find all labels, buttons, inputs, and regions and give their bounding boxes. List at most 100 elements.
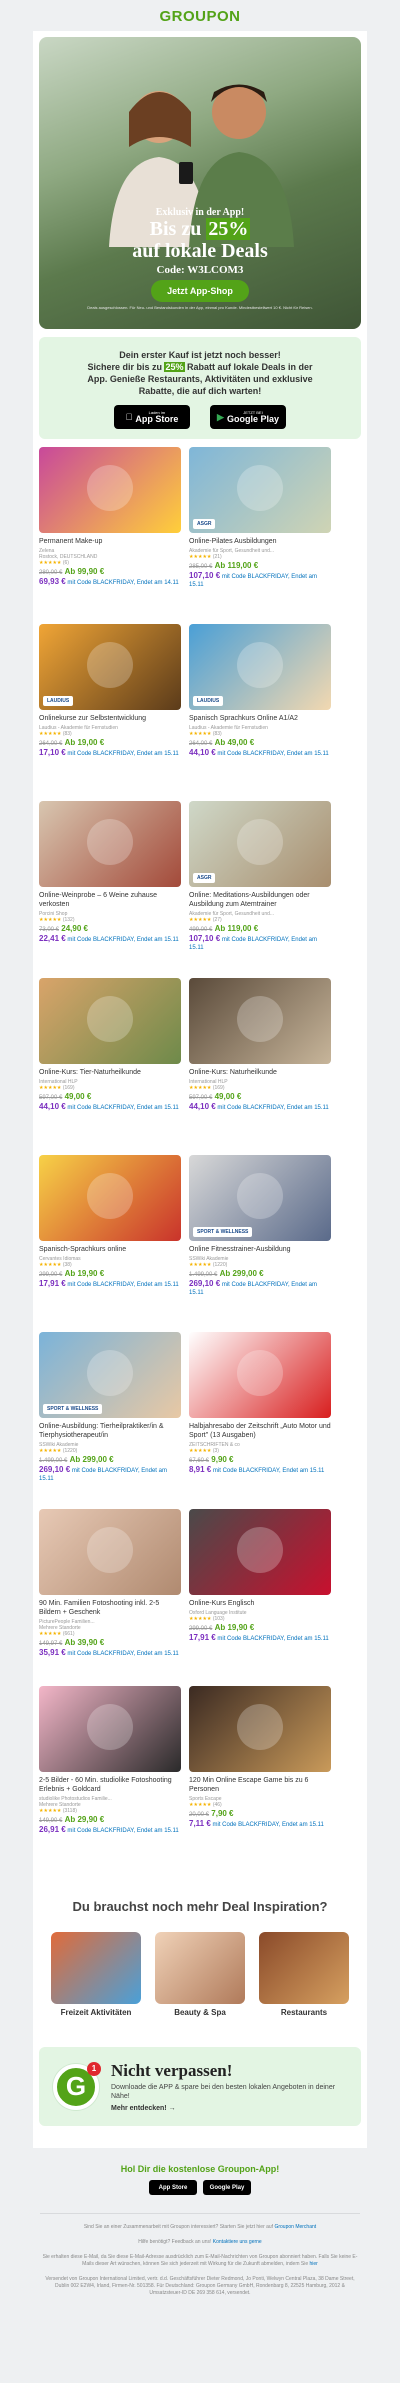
deal-image[interactable]: ASGR [189,801,331,887]
deal-new-price: Ab 39,90 € [64,1638,105,1647]
rating-stars: ★★★★★ [189,1085,212,1091]
deal-title[interactable]: Halbjahresabo der Zeitschrift „Auto Moto… [189,1422,331,1440]
footer: Hol Dir die kostenlose Groupon-App! App … [0,2148,400,2297]
app-store-button[interactable]:  Laden imApp Store [114,405,190,429]
merchant-link[interactable]: Groupon Merchant [274,2224,316,2230]
deal-card[interactable]: Online-Kurs: Naturheilkunde Internationa… [189,978,331,1155]
deal-title[interactable]: Online: Meditations-Ausbildungen oder Au… [189,891,331,909]
deal-title[interactable]: Online-Ausbildung: Tierheilpraktiker/in … [39,1422,181,1440]
deal-old-price: 299,00 € [189,1626,213,1632]
deal-card[interactable]: 2-5 Bilder - 60 Min. studiolike Fotoshoo… [39,1686,181,1863]
deal-image[interactable] [39,978,181,1064]
groupon-logo[interactable]: GROUPON [0,0,400,31]
deal-image[interactable]: SPORT & WELLNESS [189,1155,331,1241]
deal-image[interactable] [39,1686,181,1772]
deal-image[interactable] [189,1686,331,1772]
dont-miss-box[interactable]: G1 Nicht verpassen! Downloade die APP & … [39,2047,361,2126]
deal-title[interactable]: Online-Kurs: Naturheilkunde [189,1068,331,1077]
hero-exclusive: Exklusiv in der App! [155,207,245,218]
inspiration-label[interactable]: Beauty & Spa [155,2008,245,2017]
deal-code-amount: 22,41 € [39,934,66,943]
deal-code-price: 35,91 € mit Code BLACKFRIDAY, Endet am 1… [39,1649,181,1658]
inspiration-label[interactable]: Restaurants [259,2008,349,2017]
deal-title[interactable]: Online-Kurs: Tier-Naturheilkunde [39,1068,181,1077]
deal-title[interactable]: Online-Weinprobe – 6 Weine zuhause verko… [39,891,181,909]
deal-card[interactable]: LAUDIUS Spanisch Sprachkurs Online A1/A2… [189,624,331,801]
inspiration-category[interactable]: Freizeit Aktivitäten [51,1932,141,2017]
contact-link[interactable]: Kontaktiere uns gerne [213,2239,262,2245]
deal-card[interactable]: Online-Weinprobe – 6 Weine zuhause verko… [39,801,181,978]
inspiration-label[interactable]: Freizeit Aktivitäten [51,2008,141,2017]
hero-discount: 25% [206,218,251,240]
footer-app-store-button[interactable]: App Store [149,2180,197,2195]
deal-image[interactable] [39,1509,181,1595]
deal-image[interactable]: LAUDIUS [189,624,331,710]
deal-image-shape [237,642,283,688]
deal-card[interactable]: SPORT & WELLNESS Online Fitnesstrainer-A… [189,1155,331,1332]
deal-rating: ★★★★★ (1220) [189,1262,331,1269]
deal-old-price: 499,00 € [189,927,213,933]
deal-new-price: 9,90 € [211,1455,234,1464]
rating-count: (661) [62,1631,75,1637]
inspiration-image[interactable] [155,1932,245,2004]
deal-image[interactable] [189,1509,331,1595]
deal-rating: ★★★★★ (38) [39,1262,181,1269]
deal-card[interactable]: 120 Min Online Escape Game bis zu 6 Pers… [189,1686,331,1863]
deal-card[interactable]: ASGR Online-Pilates Ausbildungen Akademi… [189,447,331,624]
deal-image[interactable] [39,1155,181,1241]
inspiration-category[interactable]: Restaurants [259,1932,349,2017]
deal-card[interactable]: LAUDIUS Onlinekurse zur Selbstentwicklun… [39,624,181,801]
deal-title[interactable]: Permanent Make-up [39,537,181,546]
google-play-button[interactable]: ▶ JETZT BEI Google Play [210,405,286,429]
deal-code-price: 107,10 € mit Code BLACKFRIDAY, Endet am … [189,572,331,589]
deal-image[interactable] [39,447,181,533]
rating-stars: ★★★★★ [39,1631,62,1637]
app-shop-button[interactable]: Jetzt App-Shop [151,280,249,302]
footer-help-text: Hilfe benötigt? Feedback an uns! [138,2239,212,2245]
deal-title[interactable]: Onlinekurse zur Selbstentwicklung [39,714,181,723]
rating-count: (1220) [212,1262,228,1268]
deal-code-amount: 107,10 € [189,571,221,580]
deal-image[interactable] [39,801,181,887]
deal-image-shape [87,1704,133,1750]
deal-title[interactable]: 2-5 Bilder - 60 Min. studiolike Fotoshoo… [39,1776,181,1794]
deal-rating: ★★★★★ (169) [39,1085,181,1092]
deal-card[interactable]: Permanent Make-up Zelena Rostock, DEUTSC… [39,447,181,624]
deal-merchant: studiolike Photostudios Familie... Mehre… [39,1796,112,1808]
deal-card[interactable]: Online-Kurs: Tier-Naturheilkunde Interna… [39,978,181,1155]
inspiration-image[interactable] [51,1932,141,2004]
deal-title[interactable]: Online-Pilates Ausbildungen [189,537,331,546]
deal-card[interactable]: 90 Min. Familien Fotoshooting inkl. 2-5 … [39,1509,181,1686]
discover-more-link[interactable]: Mehr entdecken! → [111,2105,347,2112]
deal-image-shape [237,1350,283,1396]
deal-title[interactable]: Spanisch-Sprachkurs online [39,1245,181,1254]
promo-line-2-post: Rabatt auf lokale Deals in der [184,362,313,372]
deal-card[interactable]: Online-Kurs Englisch Oxford Language Ins… [189,1509,331,1686]
deal-title[interactable]: Online-Kurs Englisch [189,1599,331,1608]
inspiration-image[interactable] [259,1932,349,2004]
deal-card[interactable]: SPORT & WELLNESS Online-Ausbildung: Tier… [39,1332,181,1509]
notification-badge: 1 [87,2061,101,2076]
deal-title[interactable]: 120 Min Online Escape Game bis zu 6 Pers… [189,1776,331,1794]
unsubscribe-link[interactable]: hier [310,2261,318,2267]
deal-image[interactable]: ASGR [189,447,331,533]
footer-google-play-button[interactable]: Google Play [203,2180,251,2195]
deal-title[interactable]: Online Fitnesstrainer-Ausbildung [189,1245,331,1254]
deal-card[interactable]: Halbjahresabo der Zeitschrift „Auto Moto… [189,1332,331,1509]
deal-image[interactable] [189,978,331,1064]
hero-banner[interactable]: Exklusiv in der App! Bis zu 25% auf loka… [39,37,361,329]
deal-title[interactable]: 90 Min. Familien Fotoshooting inkl. 2-5 … [39,1599,181,1617]
deal-old-price: 20,00 € [189,1812,210,1818]
deal-image[interactable] [189,1332,331,1418]
deal-card[interactable]: ASGR Online: Meditations-Ausbildungen od… [189,801,331,978]
deal-rating: ★★★★★ (6) [39,560,181,567]
deal-code-text: mit Code BLACKFRIDAY, Endet am 15.11 [217,1105,329,1111]
deal-old-price: 149,97 € [39,1641,63,1647]
deal-merchant: Zelena Rostock, DEUTSCHLAND [39,548,98,560]
inspiration-category[interactable]: Beauty & Spa [155,1932,245,2017]
deal-brand-tag: ASGR [193,873,216,883]
deal-title[interactable]: Spanisch Sprachkurs Online A1/A2 [189,714,331,723]
deal-image[interactable]: SPORT & WELLNESS [39,1332,181,1418]
deal-card[interactable]: Spanisch-Sprachkurs online Cervantes Idi… [39,1155,181,1332]
deal-image[interactable]: LAUDIUS [39,624,181,710]
